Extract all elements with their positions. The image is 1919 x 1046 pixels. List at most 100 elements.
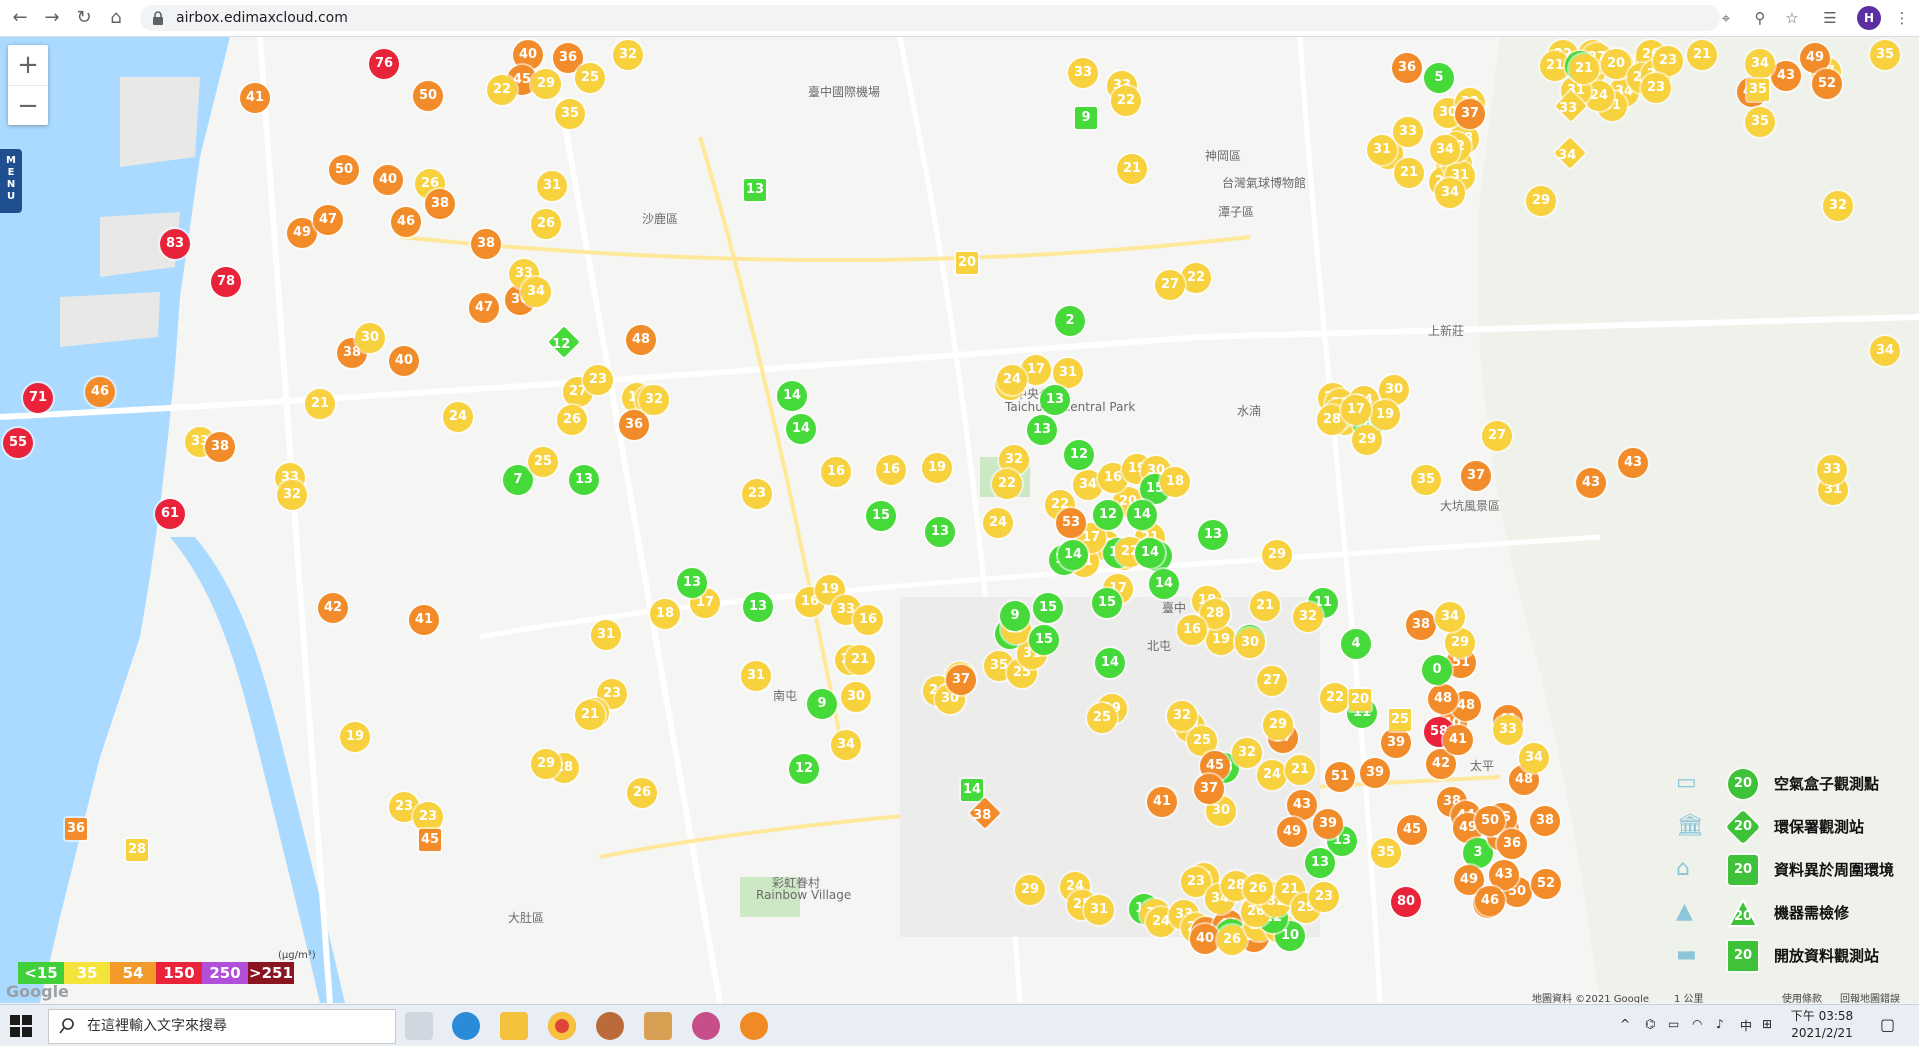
aqi-marker[interactable]: 39	[1381, 728, 1411, 758]
taskbar-clock[interactable]: 下午 03:58 2021/2/21	[1780, 1008, 1864, 1042]
aqi-marker[interactable]: 43	[1771, 61, 1801, 91]
legend-row-open-data[interactable]: ▬ 20 開放資料觀測站	[1672, 935, 1912, 978]
aqi-marker[interactable]: 51	[1325, 762, 1355, 792]
aqi-marker[interactable]: 38	[205, 432, 235, 462]
tray-volume-icon[interactable]: ♪	[1716, 1017, 1724, 1031]
aqi-marker[interactable]: 16	[876, 455, 906, 485]
app-icon-3[interactable]	[692, 1012, 720, 1040]
aqi-marker[interactable]: 30	[841, 682, 871, 712]
aqi-marker[interactable]: 40	[373, 165, 403, 195]
aqi-marker[interactable]: 32	[1293, 602, 1323, 632]
aqi-marker[interactable]: 78	[211, 267, 241, 297]
aqi-marker[interactable]: 53	[1056, 508, 1086, 538]
reload-icon[interactable]: ↻	[72, 6, 96, 30]
aqi-marker[interactable]: 76	[369, 49, 399, 79]
aqi-marker[interactable]: 0	[1422, 655, 1452, 685]
aqi-marker[interactable]: 30	[355, 323, 385, 353]
aqi-marker[interactable]: 35	[555, 99, 585, 129]
aqi-marker[interactable]: 19	[340, 722, 370, 752]
aqi-marker[interactable]: 30	[1235, 628, 1265, 658]
notification-icon[interactable]: ▢	[1880, 1015, 1895, 1034]
aqi-marker[interactable]: 13	[1040, 385, 1070, 415]
ime-mode-icon[interactable]: ⊞	[1762, 1017, 1772, 1031]
aqi-marker[interactable]: 14	[1127, 500, 1157, 530]
aqi-marker[interactable]: 21	[575, 700, 605, 730]
aqi-marker[interactable]: 24	[983, 508, 1013, 538]
aqi-marker[interactable]: 55	[3, 428, 33, 458]
aqi-marker[interactable]: 38	[1406, 610, 1436, 640]
aqi-marker[interactable]: 34	[1430, 135, 1460, 165]
aqi-marker[interactable]: 31	[1084, 895, 1114, 925]
aqi-marker[interactable]: 43	[1618, 448, 1648, 478]
aqi-marker[interactable]: 34	[1745, 49, 1775, 79]
aqi-marker[interactable]: 52	[1531, 869, 1561, 899]
aqi-marker[interactable]: 22	[1320, 683, 1350, 713]
open-data-marker[interactable]: 25	[1389, 709, 1411, 731]
aqi-marker[interactable]: 9	[1000, 601, 1030, 631]
aqi-marker[interactable]: 35	[1411, 465, 1441, 495]
aqi-marker[interactable]: 26	[1217, 925, 1247, 955]
open-data-marker[interactable]: 28	[126, 839, 148, 861]
terms-link[interactable]: 使用條款	[1782, 990, 1822, 1003]
aqi-marker[interactable]: 29	[1015, 875, 1045, 905]
aqi-marker[interactable]: 21	[305, 389, 335, 419]
reading-list-icon[interactable]: ☰	[1820, 8, 1840, 28]
aqi-marker[interactable]: 19	[922, 453, 952, 483]
aqi-marker[interactable]: 9	[807, 689, 837, 719]
aqi-marker[interactable]: 25	[575, 63, 605, 93]
aqi-marker[interactable]: 26	[557, 405, 587, 435]
aqi-marker[interactable]: 31	[1367, 135, 1397, 165]
zoom-out-button[interactable]: −	[8, 86, 48, 126]
aqi-marker[interactable]: 43	[1576, 468, 1606, 498]
aqi-marker[interactable]: 14	[777, 381, 807, 411]
aqi-marker[interactable]: 52	[1812, 69, 1842, 99]
aqi-marker[interactable]: 49	[1277, 817, 1307, 847]
aqi-marker[interactable]: 40	[389, 346, 419, 376]
aqi-marker[interactable]: 34	[831, 730, 861, 760]
blender-icon[interactable]	[740, 1012, 768, 1040]
aqi-marker[interactable]: 48	[626, 325, 656, 355]
aqi-marker[interactable]: 12	[1064, 440, 1094, 470]
aqi-marker[interactable]: 15	[1033, 593, 1063, 623]
aqi-marker[interactable]: 34	[1435, 178, 1465, 208]
aqi-marker[interactable]: 13	[925, 517, 955, 547]
aqi-marker[interactable]: 33	[1068, 58, 1098, 88]
aqi-marker[interactable]: 38	[425, 189, 455, 219]
aqi-marker[interactable]: 16	[821, 457, 851, 487]
aqi-marker[interactable]: 41	[1443, 725, 1473, 755]
aqi-marker[interactable]: 34	[521, 277, 551, 307]
aqi-marker[interactable]: 37	[946, 665, 976, 695]
aqi-marker[interactable]: 47	[469, 293, 499, 323]
aqi-marker[interactable]: 36	[1497, 829, 1527, 859]
aqi-marker[interactable]: 43	[1287, 790, 1317, 820]
aqi-marker[interactable]: 32	[277, 480, 307, 510]
aqi-marker[interactable]: 23	[413, 802, 443, 832]
aqi-marker[interactable]: 29	[1352, 425, 1382, 455]
aqi-marker[interactable]: 15	[1092, 588, 1122, 618]
app-icon-2[interactable]	[644, 1012, 672, 1040]
aqi-marker[interactable]: 32	[639, 385, 669, 415]
aqi-marker[interactable]: 31	[537, 171, 567, 201]
aqi-marker[interactable]: 16	[1177, 615, 1207, 645]
aqi-marker[interactable]: 23	[1309, 882, 1339, 912]
open-data-marker[interactable]: 35	[1747, 79, 1769, 101]
taskbar-search-box[interactable]: 在這裡輸入文字來搜尋	[48, 1009, 396, 1044]
aqi-marker[interactable]: 2	[1055, 306, 1085, 336]
aqi-marker[interactable]: 16	[853, 605, 883, 635]
aqi-marker[interactable]: 13	[1198, 520, 1228, 550]
aqi-marker[interactable]: 38	[471, 229, 501, 259]
open-data-marker[interactable]: 13	[744, 179, 766, 201]
aqi-marker[interactable]: 24	[1257, 760, 1287, 790]
aqi-marker[interactable]: 34	[1435, 602, 1465, 632]
aqi-marker[interactable]: 27	[1155, 270, 1185, 300]
aqi-marker[interactable]: 50	[329, 155, 359, 185]
aqi-marker[interactable]: 13	[743, 592, 773, 622]
aqi-marker[interactable]: 41	[240, 83, 270, 113]
aqi-marker[interactable]: 46	[85, 377, 115, 407]
edge-browser-icon[interactable]	[452, 1012, 480, 1040]
aqi-marker[interactable]: 34	[1519, 743, 1549, 773]
aqi-marker[interactable]: 23	[1641, 73, 1671, 103]
aqi-marker[interactable]: 21	[1394, 158, 1424, 188]
aqi-marker[interactable]: 18	[1160, 467, 1190, 497]
aqi-marker[interactable]: 26	[531, 209, 561, 239]
